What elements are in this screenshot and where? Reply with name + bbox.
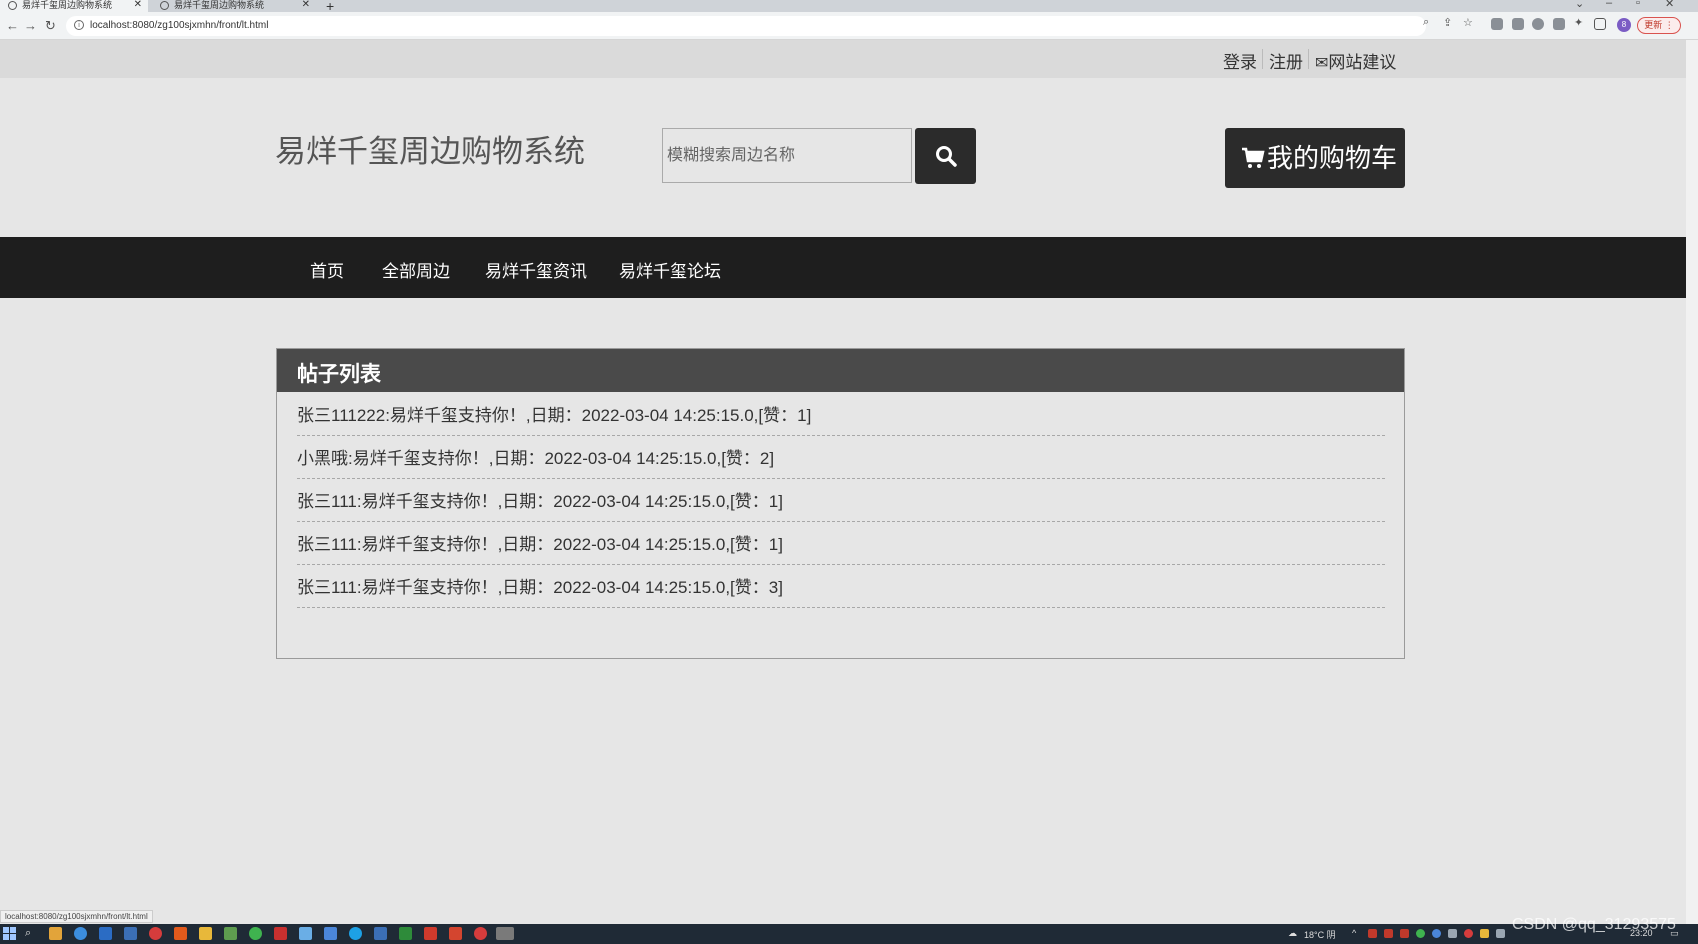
windows-start-icon[interactable] (3, 927, 16, 940)
scrollbar[interactable] (1686, 40, 1698, 924)
share-icon[interactable]: ⇪ (1443, 16, 1452, 29)
globe-icon (160, 1, 169, 10)
main-navigation: 首页 全部周边 易烊千玺资讯 易烊千玺论坛 (0, 237, 1686, 298)
cart-label: 我的购物车 (1267, 143, 1398, 173)
weather-label[interactable]: 18°C 阴 (1304, 928, 1336, 941)
tray-app-icon[interactable] (1432, 929, 1441, 938)
search-input[interactable] (662, 128, 912, 183)
extensions-puzzle-icon[interactable]: ✦ (1574, 16, 1583, 29)
panel-header: 帖子列表 (277, 349, 1404, 392)
tray-app-icon[interactable] (1384, 929, 1393, 938)
bookmark-star-icon[interactable]: ☆ (1463, 16, 1473, 29)
browser-tab-2[interactable]: 易烊千玺周边购物系统 ✕ (152, 0, 316, 12)
post-item[interactable]: 张三111:易烊千玺支持你！,日期：2022-03-04 14:25:15.0,… (297, 565, 1385, 608)
side-panel-icon[interactable] (1594, 18, 1606, 30)
post-list-panel: 帖子列表 张三111222:易烊千玺支持你！,日期：2022-03-04 14:… (276, 348, 1405, 659)
weather-icon: ☁ (1288, 928, 1297, 938)
tray-app-icon[interactable] (1368, 929, 1377, 938)
extension-camera-icon[interactable] (1512, 18, 1524, 30)
post-item[interactable]: 小黑哦:易烊千玺支持你！,日期：2022-03-04 14:25:15.0,[赞… (297, 436, 1385, 479)
app-icon[interactable] (149, 927, 162, 940)
url-field[interactable]: i localhost:8080/zg100sjxmhn/front/lt.ht… (66, 16, 1426, 36)
register-link[interactable]: 注册 (1269, 48, 1303, 73)
top-utility-bar: 登录 注册 ✉网站建议 (0, 40, 1686, 78)
app-icon[interactable] (324, 927, 337, 940)
app-icon[interactable] (124, 927, 137, 940)
chrome-app-icon[interactable] (49, 927, 62, 940)
windows-taskbar: ⌕ ☁ 18°C 阴 ^ 23:20 ▭ (0, 924, 1698, 944)
search-icon[interactable]: ⌕ (25, 927, 38, 940)
nav-news[interactable]: 易烊千玺资讯 (485, 257, 587, 282)
app-icon[interactable] (496, 927, 514, 940)
tab-title: 易烊千玺周边购物系统 (174, 0, 265, 10)
app-icon[interactable] (424, 927, 437, 940)
link-status-bar: localhost:8080/zg100sjxmhn/front/lt.html (0, 910, 153, 923)
nav-home[interactable]: 首页 (310, 257, 344, 282)
wechat-icon[interactable] (249, 927, 262, 940)
browser-tab-strip: 易烊千玺周边购物系统 ✕ 易烊千玺周边购物系统 ✕ + ⌄ – ▫ ✕ (0, 0, 1698, 14)
close-window-icon[interactable]: ✕ (1665, 0, 1674, 10)
restore-icon[interactable]: ▫ (1636, 0, 1640, 9)
my-cart-button[interactable]: 我的购物车 (1225, 128, 1405, 188)
csdn-watermark: CSDN @qq_31293575 (1512, 916, 1676, 933)
back-icon[interactable]: ← (6, 18, 19, 33)
search-button[interactable] (915, 128, 976, 184)
site-title: 易烊千玺周边购物系统 (275, 134, 585, 169)
forward-icon[interactable]: → (24, 18, 37, 33)
shopping-cart-icon (1242, 147, 1265, 168)
extension-image-icon[interactable] (1553, 18, 1565, 30)
tray-app-icon[interactable] (1464, 929, 1473, 938)
close-tab-icon[interactable]: ✕ (134, 0, 142, 10)
profile-avatar[interactable]: 8 (1617, 18, 1631, 32)
browser-app-icon[interactable] (74, 927, 87, 940)
url-text: localhost:8080/zg100sjxmhn/front/lt.html (90, 20, 269, 31)
panel-title: 帖子列表 (297, 363, 381, 386)
extension-w-icon[interactable] (1532, 18, 1544, 30)
file-explorer-icon[interactable] (199, 927, 212, 940)
zoom-icon[interactable]: ⌕ (1423, 16, 1429, 29)
post-list: 张三111222:易烊千玺支持你！,日期：2022-03-04 14:25:15… (297, 393, 1385, 608)
post-item[interactable]: 张三111:易烊千玺支持你！,日期：2022-03-04 14:25:15.0,… (297, 522, 1385, 565)
app-icon[interactable] (174, 927, 187, 940)
update-button[interactable]: 更新 ⋮ (1637, 17, 1681, 34)
divider (1262, 49, 1263, 69)
extension-cast-icon[interactable] (1491, 18, 1503, 30)
app-icon[interactable] (224, 927, 237, 940)
app-icon[interactable] (299, 927, 312, 940)
tray-app-icon[interactable] (1400, 929, 1409, 938)
tray-network-icon[interactable] (1496, 929, 1505, 938)
tray-app-icon[interactable] (1448, 929, 1457, 938)
divider (1308, 49, 1309, 69)
post-item[interactable]: 张三111222:易烊千玺支持你！,日期：2022-03-04 14:25:15… (297, 393, 1385, 436)
ide-app-icon[interactable] (99, 927, 112, 940)
tray-expand-icon[interactable]: ^ (1352, 928, 1356, 938)
tab-search-icon[interactable]: ⌄ (1575, 0, 1584, 10)
address-toolbar: ← → ↻ i localhost:8080/zg100sjxmhn/front… (0, 12, 1698, 40)
reload-icon[interactable]: ↻ (45, 18, 56, 34)
feedback-link[interactable]: ✉网站建议 (1315, 48, 1396, 73)
close-tab-icon[interactable]: ✕ (302, 0, 310, 10)
browser-tab-1[interactable]: 易烊千玺周边购物系统 ✕ (0, 0, 148, 12)
record-icon[interactable] (474, 927, 487, 940)
globe-icon (8, 1, 17, 10)
search-icon (936, 146, 957, 167)
nav-all-merch[interactable]: 全部周边 (382, 257, 450, 282)
page-viewport: 登录 注册 ✉网站建议 易烊千玺周边购物系统 我的购物车 首页 全部周边 易烊千… (0, 40, 1686, 924)
feedback-label: 网站建议 (1328, 53, 1397, 72)
tab-title: 易烊千玺周边购物系统 (22, 0, 113, 10)
login-link[interactable]: 登录 (1223, 48, 1257, 73)
app-icon[interactable] (274, 927, 287, 940)
envelope-icon: ✉ (1315, 55, 1329, 72)
info-icon[interactable]: i (74, 20, 84, 30)
tray-app-icon[interactable] (1480, 929, 1489, 938)
excel-icon[interactable] (399, 927, 412, 940)
wps-icon[interactable] (449, 927, 462, 940)
edge-icon[interactable] (349, 927, 362, 940)
post-item[interactable]: 张三111:易烊千玺支持你！,日期：2022-03-04 14:25:15.0,… (297, 479, 1385, 522)
update-label: 更新 (1644, 20, 1663, 30)
nav-forum[interactable]: 易烊千玺论坛 (619, 257, 721, 282)
app-icon[interactable] (374, 927, 387, 940)
minimize-icon[interactable]: – (1606, 0, 1612, 9)
tray-wechat-icon[interactable] (1416, 929, 1425, 938)
